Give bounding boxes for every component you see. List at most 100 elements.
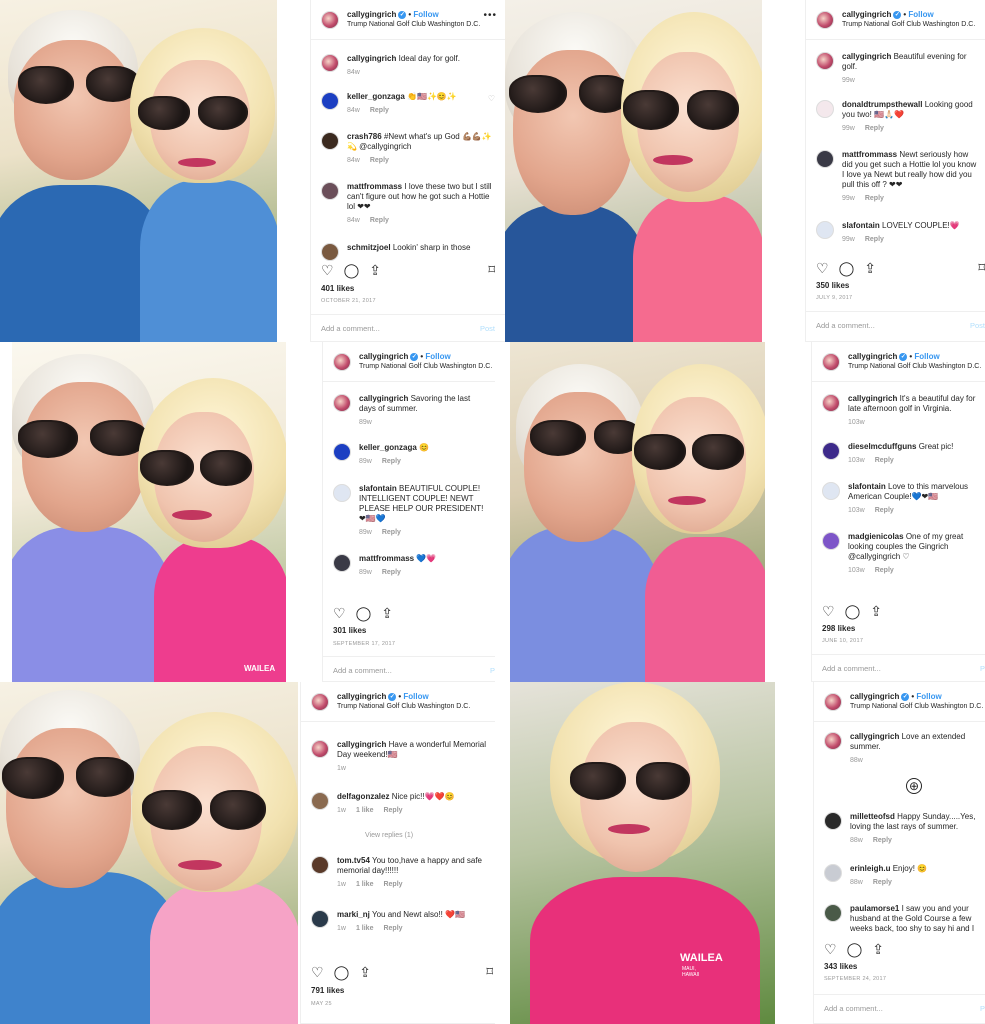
reply-button[interactable]: Reply: [383, 807, 402, 814]
avatar[interactable]: [321, 243, 339, 261]
comment-user[interactable]: mattfrommass: [347, 182, 402, 191]
comment-icon[interactable]: ◯: [847, 941, 863, 958]
avatar[interactable]: [824, 864, 842, 882]
comment-user[interactable]: milletteofsd: [850, 812, 895, 821]
avatar[interactable]: [311, 910, 329, 928]
follow-button[interactable]: Follow: [916, 692, 941, 701]
comment-user[interactable]: paulamorse1: [850, 904, 899, 913]
add-comment-input[interactable]: Add a comment...: [816, 321, 875, 330]
bookmark-icon[interactable]: ⌑: [978, 260, 985, 276]
reply-button[interactable]: Reply: [382, 458, 401, 465]
avatar[interactable]: [311, 740, 329, 758]
comment-like-count[interactable]: 1 like: [356, 881, 374, 888]
avatar[interactable]: [822, 532, 840, 550]
location-link[interactable]: Trump National Golf Club Washington D.C.: [347, 21, 480, 28]
comment-user[interactable]: erinleigh.u: [850, 864, 890, 873]
post-photo[interactable]: [510, 342, 765, 682]
comment-user[interactable]: slafontain: [848, 482, 886, 491]
avatar[interactable]: [311, 693, 329, 711]
follow-button[interactable]: Follow: [403, 692, 428, 701]
follow-button[interactable]: Follow: [413, 10, 438, 19]
like-icon[interactable]: ♡: [816, 260, 829, 277]
comment-user[interactable]: keller_gonzaga: [347, 92, 405, 101]
location-link[interactable]: Trump National Golf Club Washington D.C.: [337, 703, 470, 710]
share-icon[interactable]: ⇪: [381, 605, 393, 622]
post-photo[interactable]: [0, 0, 277, 342]
reply-button[interactable]: Reply: [865, 125, 884, 132]
avatar[interactable]: [822, 482, 840, 500]
avatar[interactable]: [816, 150, 834, 168]
comment-icon[interactable]: ◯: [344, 262, 360, 279]
reply-button[interactable]: Reply: [875, 507, 894, 514]
avatar[interactable]: [824, 732, 842, 750]
username[interactable]: callygingrich: [337, 692, 386, 701]
share-icon[interactable]: ⇪: [359, 964, 371, 981]
username[interactable]: callygingrich: [842, 10, 891, 19]
bookmark-icon[interactable]: ⌑: [486, 964, 493, 980]
location-link[interactable]: Trump National Golf Club Washington D.C.: [359, 363, 492, 370]
avatar[interactable]: [816, 221, 834, 239]
avatar[interactable]: [333, 484, 351, 502]
reply-button[interactable]: Reply: [383, 881, 402, 888]
reply-button[interactable]: Reply: [370, 107, 389, 114]
avatar[interactable]: [321, 11, 339, 29]
username[interactable]: callygingrich: [359, 352, 408, 361]
view-replies-button[interactable]: View replies (1): [365, 832, 413, 839]
avatar[interactable]: [824, 904, 842, 922]
post-button[interactable]: Post: [480, 324, 495, 333]
avatar[interactable]: [311, 856, 329, 874]
caption-user[interactable]: callygingrich: [842, 52, 891, 61]
comment-like-icon[interactable]: ♡: [488, 94, 495, 104]
caption-user[interactable]: callygingrich: [848, 394, 897, 403]
comment-user[interactable]: mattfrommass: [359, 554, 414, 563]
like-icon[interactable]: ♡: [321, 262, 334, 279]
avatar[interactable]: [333, 394, 351, 412]
comment-user[interactable]: marki_nj: [337, 910, 370, 919]
location-link[interactable]: Trump National Golf Club Washington D.C.: [848, 363, 981, 370]
avatar[interactable]: [822, 442, 840, 460]
avatar[interactable]: [321, 182, 339, 200]
reply-button[interactable]: Reply: [382, 529, 401, 536]
comment-user[interactable]: donaldtrumpsthewall: [842, 100, 922, 109]
comment-icon[interactable]: ◯: [845, 603, 861, 620]
comment-icon[interactable]: ◯: [334, 964, 350, 981]
bookmark-icon[interactable]: ⌑: [488, 262, 495, 278]
share-icon[interactable]: ⇪: [872, 941, 884, 958]
comment-user[interactable]: tom.tv54: [337, 856, 370, 865]
likes-count[interactable]: 301 likes: [333, 626, 366, 635]
caption-user[interactable]: callygingrich: [359, 394, 408, 403]
reply-button[interactable]: Reply: [873, 837, 892, 844]
reply-button[interactable]: Reply: [370, 157, 389, 164]
comment-user[interactable]: keller_gonzaga: [359, 443, 417, 452]
comment-user[interactable]: mattfrommass: [842, 150, 897, 159]
username[interactable]: callygingrich: [848, 352, 897, 361]
comment-like-count[interactable]: 1 like: [356, 925, 374, 932]
avatar[interactable]: [824, 693, 842, 711]
avatar[interactable]: [321, 54, 339, 72]
comment-user[interactable]: slafontain: [359, 484, 397, 493]
location-link[interactable]: Trump National Golf Club Washington D.C.: [842, 21, 975, 28]
load-more-comments-icon[interactable]: ⊕: [906, 778, 922, 794]
avatar[interactable]: [321, 92, 339, 110]
comment-like-count[interactable]: 1 like: [356, 807, 374, 814]
avatar[interactable]: [333, 443, 351, 461]
follow-button[interactable]: Follow: [908, 10, 933, 19]
avatar[interactable]: [816, 100, 834, 118]
comment-icon[interactable]: ◯: [839, 260, 855, 277]
avatar[interactable]: [816, 52, 834, 70]
like-icon[interactable]: ♡: [824, 941, 837, 958]
add-comment-input[interactable]: Add a comment...: [333, 666, 392, 675]
reply-button[interactable]: Reply: [383, 925, 402, 932]
likes-count[interactable]: 350 likes: [816, 281, 849, 290]
comment-user[interactable]: madgienicolas: [848, 532, 904, 541]
reply-button[interactable]: Reply: [382, 569, 401, 576]
comment-user[interactable]: delfagonzalez: [337, 792, 389, 801]
reply-button[interactable]: Reply: [875, 567, 894, 574]
comment-user[interactable]: slafontain: [842, 221, 880, 230]
like-icon[interactable]: ♡: [333, 605, 346, 622]
post-button[interactable]: Post: [970, 321, 985, 330]
avatar[interactable]: [321, 132, 339, 150]
caption-user[interactable]: callygingrich: [347, 54, 396, 63]
reply-button[interactable]: Reply: [873, 879, 892, 886]
avatar[interactable]: [822, 394, 840, 412]
